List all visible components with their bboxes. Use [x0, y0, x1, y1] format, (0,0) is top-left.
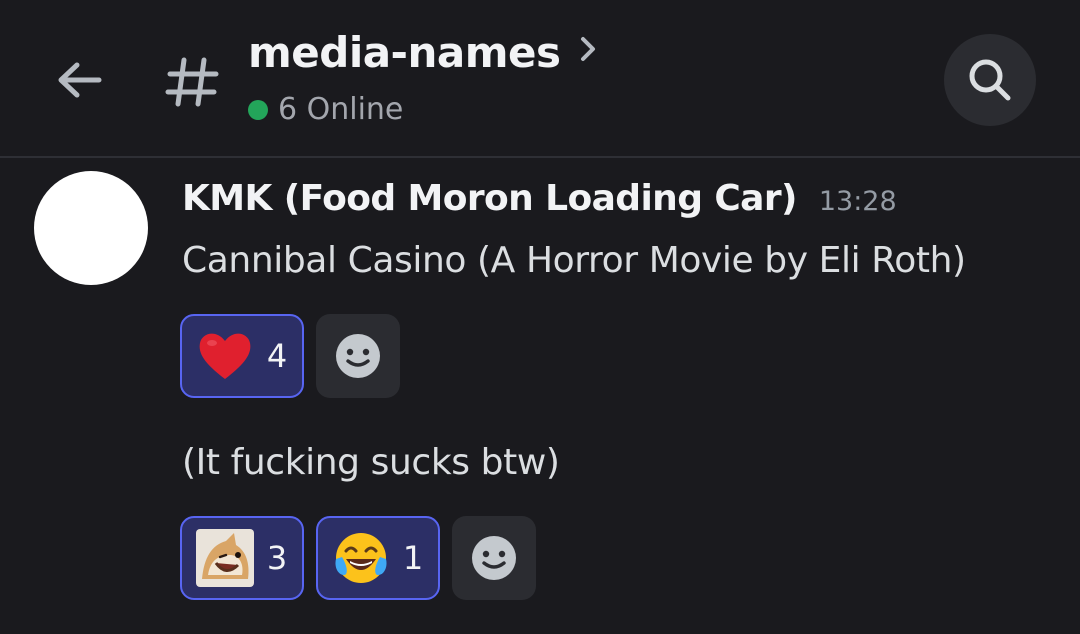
message-timestamp: 13:28	[818, 186, 897, 217]
add-reaction-button[interactable]	[316, 314, 400, 398]
back-button[interactable]	[50, 50, 110, 110]
reaction-heart[interactable]: 4	[180, 314, 304, 398]
reaction-count: 4	[266, 337, 288, 375]
tears-of-joy-icon	[335, 533, 387, 583]
arrow-left-icon	[58, 62, 102, 98]
message-header: KMK (Food Moron Loading Car) 13:28	[182, 178, 897, 219]
channel-title[interactable]: media-names	[248, 28, 602, 77]
reaction-count: 1	[402, 539, 424, 577]
add-reaction-button[interactable]	[452, 516, 536, 600]
red-heart-icon	[199, 333, 251, 379]
channel-name: media-names	[248, 28, 561, 77]
online-dot-icon	[248, 99, 268, 120]
reaction-tears-of-joy[interactable]: 1	[316, 516, 440, 600]
reaction-bar: 3 1	[180, 516, 536, 600]
online-status: 6 Online	[248, 92, 403, 127]
channel-header: media-names 6 Online	[0, 0, 1080, 158]
search-button[interactable]	[944, 34, 1036, 126]
reaction-doge[interactable]: 3	[180, 516, 304, 600]
add-reaction-smile-icon	[472, 536, 516, 580]
chevron-right-icon	[574, 35, 602, 63]
hash-icon	[160, 50, 224, 114]
message-text: Cannibal Casino (A Horror Movie by Eli R…	[182, 240, 966, 281]
add-reaction-smile-icon	[336, 334, 380, 378]
message-text: (It fucking sucks btw)	[182, 442, 560, 483]
reaction-bar: 4	[180, 314, 400, 398]
author-name[interactable]: KMK (Food Moron Loading Car)	[182, 178, 797, 219]
laughing-doge-icon	[196, 529, 254, 587]
reaction-count: 3	[266, 539, 288, 577]
avatar[interactable]	[34, 171, 148, 285]
search-icon	[969, 59, 1011, 101]
online-count: 6 Online	[278, 92, 404, 127]
